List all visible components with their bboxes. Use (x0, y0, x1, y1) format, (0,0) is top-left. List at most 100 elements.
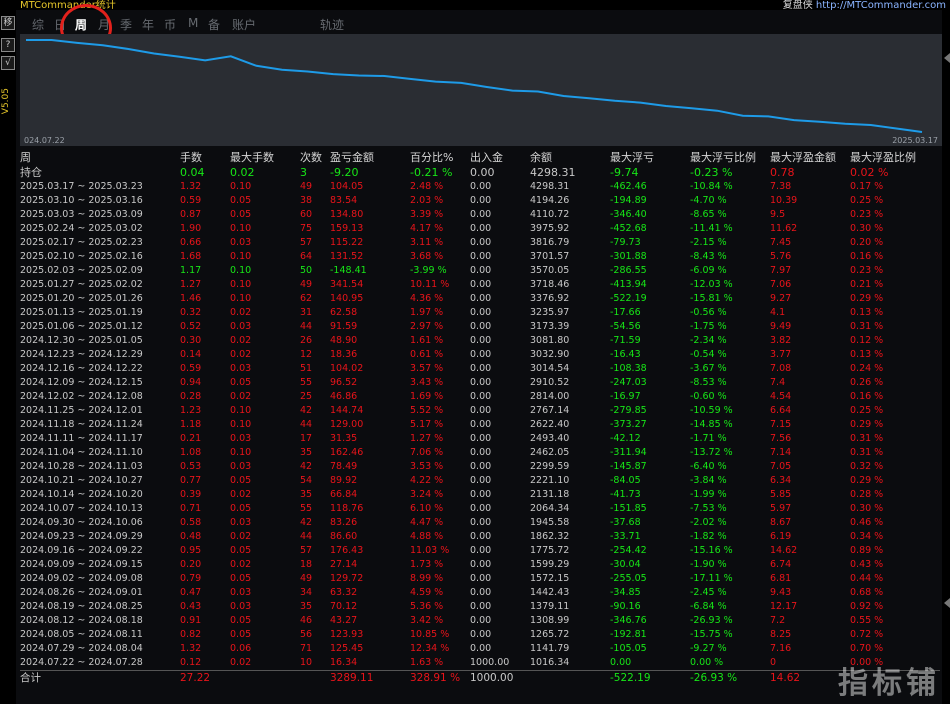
table-cell-lots: 0.71 (180, 503, 202, 514)
table-cell-week: 2024.12.02 ~ 2024.12.08 (20, 391, 143, 402)
table-cell-max-fp: 5.97 (770, 503, 792, 514)
table-row: 2024.11.25 ~ 2024.12.01 1.23 0.10 42 144.74 5… (20, 404, 940, 418)
table-row: 2024.12.16 ~ 2024.12.22 0.59 0.03 51 104.02 3… (20, 362, 940, 376)
table-cell-week: 2024.11.25 ~ 2024.12.01 (20, 405, 143, 416)
table-cell-balance: 3701.57 (530, 251, 570, 262)
table-cell-week: 2024.08.19 ~ 2024.08.25 (20, 601, 143, 612)
tab-year[interactable]: 年 (142, 16, 154, 33)
table-row: 2025.01.13 ~ 2025.01.19 0.32 0.02 31 62.58 1.… (20, 306, 940, 320)
table-cell-max-lots: 0.03 (230, 237, 252, 248)
table-cell-max-fl: -84.05 (610, 475, 641, 486)
table-cell-week: 2025.01.06 ~ 2025.01.12 (20, 321, 143, 332)
table-cell-max-fl-pct: -2.15 % (690, 237, 727, 248)
help-button[interactable]: ? (1, 38, 15, 52)
table-cell-lots: 0.59 (180, 195, 202, 206)
table-header: 周 手数 最大手数 次数 盈亏金额 百分比% 出入金 余额 最大浮亏 最大浮亏比… (20, 150, 940, 165)
table-cell-max-fl: -255.05 (610, 573, 647, 584)
table-cell-balance: 4194.26 (530, 195, 570, 206)
table-cell-balance: 1016.34 (530, 657, 570, 668)
col-header: 最大浮盈金额 (770, 150, 836, 164)
table-cell-max-fl-pct: -14.85 % (690, 419, 733, 430)
table-cell-pnl: 62.58 (330, 307, 358, 318)
table-cell-max-fl: -254.42 (610, 545, 647, 556)
scroll-arrow-icon[interactable] (944, 53, 950, 63)
table-cell-pct: 1.63 % (410, 657, 444, 668)
table-cell-max-fl: -90.16 (610, 601, 641, 612)
move-button[interactable]: 移 (1, 16, 15, 30)
table-cell-balance: 2221.10 (530, 475, 570, 486)
tab-account[interactable]: 账户 (232, 16, 256, 33)
table-cell-balance: 4298.31 (530, 181, 570, 192)
table-cell-pct: 1.97 % (410, 307, 444, 318)
table-cell-pnl: 140.95 (330, 293, 364, 304)
table-cell-max-fl-pct: -6.40 % (690, 461, 727, 472)
table-cell-week: 2025.02.03 ~ 2025.02.09 (20, 265, 143, 276)
table-cell-inout: 0.00 (470, 531, 492, 542)
table-cell-max-fl: -286.55 (610, 265, 647, 276)
table-cell-count: 57 (300, 237, 313, 248)
table-cell-max-fp: 6.74 (770, 559, 792, 570)
table-cell-count: 3 (300, 165, 307, 179)
tab-notes[interactable]: 备 (208, 16, 220, 33)
table-cell-week: 2024.09.23 ~ 2024.09.29 (20, 531, 143, 542)
table-cell-max-lots: 0.02 (230, 307, 252, 318)
table-cell-pct: 4.47 % (410, 517, 444, 528)
col-header: 盈亏金额 (330, 150, 374, 164)
table-cell-pct: 4.59 % (410, 587, 444, 598)
table-cell-max-fl-pct: -13.72 % (690, 447, 733, 458)
tab-trajectory[interactable]: 轨迹 (320, 16, 344, 33)
table-cell-max-fl: -145.87 (610, 461, 647, 472)
table-cell-max-fp-pct: 0.43 % (850, 559, 884, 570)
scroll-arrow-icon[interactable] (944, 598, 950, 608)
table-cell-max-lots: 0.05 (230, 209, 252, 220)
table-cell-count: 60 (300, 209, 313, 220)
table-cell-week: 2024.07.29 ~ 2024.08.04 (20, 643, 143, 654)
table-row: 2024.09.23 ~ 2024.09.29 0.48 0.02 44 86.60 4.… (20, 530, 940, 544)
table-cell-week: 2025.02.10 ~ 2025.02.16 (20, 251, 143, 262)
table-cell-balance: 2064.34 (530, 503, 570, 514)
table-cell-balance (530, 670, 610, 685)
table-cell-pct: 4.17 % (410, 223, 444, 234)
table-cell-max-lots: 0.03 (230, 517, 252, 528)
table-cell-lots: 0.87 (180, 209, 202, 220)
right-scroll-strip (942, 0, 950, 704)
chart-start-date: 024.07.22 (24, 136, 65, 145)
table-cell-inout: 0.00 (470, 601, 492, 612)
table-cell-balance: 3816.79 (530, 237, 570, 248)
table-cell-pct: -0.21 % (410, 165, 453, 179)
table-row: 2025.01.06 ~ 2025.01.12 0.52 0.03 44 91.59 2.… (20, 320, 940, 334)
table-cell-count: 42 (300, 517, 313, 528)
table-cell-max-fl: -16.97 (610, 391, 641, 402)
table-cell-balance: 1862.32 (530, 531, 570, 542)
table-cell-max-fp: 9.43 (770, 587, 792, 598)
table-cell-max-fp-pct: 0.23 % (850, 209, 884, 220)
table-cell-pct: 10.85 % (410, 629, 450, 640)
table-cell-max-fp-pct: 0.46 % (850, 517, 884, 528)
table-cell-max-lots: 0.05 (230, 615, 252, 626)
table-cell-max-lots: 0.05 (230, 573, 252, 584)
table-cell-pct: 12.34 % (410, 643, 450, 654)
table-cell-pnl: 134.80 (330, 209, 364, 220)
table-cell-max-fl: -33.71 (610, 531, 641, 542)
table-cell-max-lots: 0.03 (230, 461, 252, 472)
tab-magic[interactable]: M (188, 16, 198, 30)
table-cell-max-fl-pct: -3.67 % (690, 363, 727, 374)
confirm-button[interactable]: √ (1, 56, 15, 70)
table-cell-count: 26 (300, 335, 313, 346)
table-cell-inout: 0.00 (470, 237, 492, 248)
table-cell-max-fl-pct: -10.84 % (690, 181, 733, 192)
table-cell-count: 25 (300, 391, 313, 402)
table-row: 2025.01.27 ~ 2025.02.02 1.27 0.10 49 341.54 1… (20, 278, 940, 292)
tab-overview[interactable]: 综 (32, 16, 44, 33)
table-cell-pnl: 70.12 (330, 601, 358, 612)
table-cell-max-fp-pct: 0.44 % (850, 573, 884, 584)
table-cell-count: 42 (300, 405, 313, 416)
table-cell-max-fp: 7.97 (770, 265, 792, 276)
table-cell-week: 2025.01.13 ~ 2025.01.19 (20, 307, 143, 318)
tab-currency[interactable]: 币 (164, 16, 176, 33)
table-cell-max-fl-pct: -8.43 % (690, 251, 727, 262)
table-cell-max-fl: -279.85 (610, 405, 647, 416)
tab-quarter[interactable]: 季 (120, 16, 132, 33)
table-cell-pnl: 123.93 (330, 629, 364, 640)
table-cell-pct: 5.36 % (410, 601, 444, 612)
